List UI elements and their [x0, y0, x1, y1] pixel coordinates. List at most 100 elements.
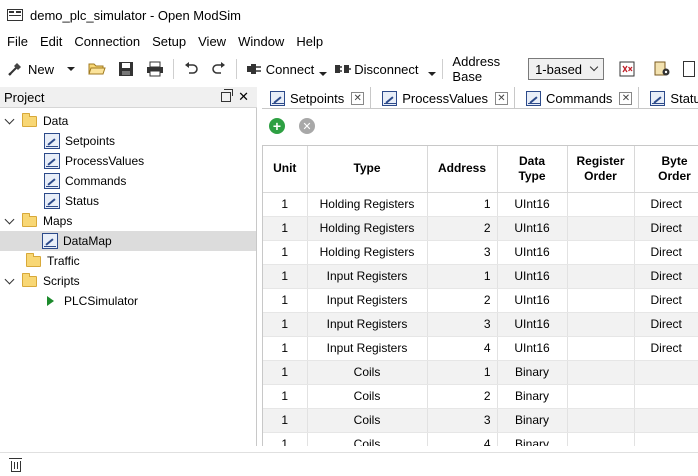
table-row[interactable]: 1 Input Registers 3 UInt16 Direct: [263, 312, 698, 337]
tree-item-scripts[interactable]: Scripts: [4, 271, 80, 291]
connect-dropdown-arrow[interactable]: [319, 72, 328, 76]
table-row[interactable]: 1 Input Registers 1 UInt16 Direct: [263, 264, 698, 289]
cell-register-order[interactable]: [567, 288, 635, 313]
tree-item-traffic[interactable]: Traffic: [26, 251, 80, 271]
cell-register-order[interactable]: [567, 312, 635, 337]
cell-type[interactable]: Input Registers: [307, 264, 428, 289]
cell-register-order[interactable]: [567, 432, 635, 446]
new-button[interactable]: New: [3, 57, 57, 81]
cell-unit[interactable]: 1: [263, 432, 308, 446]
tree-item-status[interactable]: Status: [44, 191, 99, 211]
chevron-down-icon[interactable]: [4, 214, 15, 224]
cell-type[interactable]: Holding Registers: [307, 240, 428, 265]
column-header-data-type[interactable]: Data Type: [497, 146, 568, 193]
cell-register-order[interactable]: [567, 264, 635, 289]
cell-type[interactable]: Coils: [307, 408, 428, 433]
cell-data-type[interactable]: Binary: [497, 384, 568, 409]
cell-unit[interactable]: 1: [263, 216, 308, 241]
tree-item-commands[interactable]: Commands: [44, 171, 126, 191]
cell-unit[interactable]: 1: [263, 264, 308, 289]
disconnect-dropdown-arrow[interactable]: [427, 72, 436, 76]
tab-commands[interactable]: Commands ✕: [515, 87, 640, 109]
table-row[interactable]: 1 Coils 4 Binary: [263, 432, 698, 446]
close-tab-icon[interactable]: ✕: [494, 91, 508, 105]
address-base-select[interactable]: 1-based: [528, 58, 605, 80]
cell-address[interactable]: 4: [427, 336, 498, 361]
cell-address[interactable]: 3: [427, 312, 498, 337]
cell-byte-order[interactable]: Direct: [634, 192, 698, 217]
cell-type[interactable]: Input Registers: [307, 288, 428, 313]
tree-item-setpoints[interactable]: Setpoints: [44, 131, 115, 151]
cell-byte-order[interactable]: Direct: [634, 264, 698, 289]
open-button[interactable]: [85, 57, 109, 81]
tab-status[interactable]: Status: [639, 87, 698, 109]
float-panel-icon[interactable]: [221, 89, 233, 102]
cell-unit[interactable]: 1: [263, 336, 308, 361]
cell-type[interactable]: Holding Registers: [307, 216, 428, 241]
cell-byte-order[interactable]: Direct: [634, 312, 698, 337]
print-button[interactable]: [143, 57, 167, 81]
cell-data-type[interactable]: Binary: [497, 360, 568, 385]
cell-address[interactable]: 1: [427, 360, 498, 385]
column-header-unit[interactable]: Unit: [263, 146, 308, 193]
menu-view[interactable]: View: [192, 34, 232, 49]
redo-button[interactable]: [208, 57, 230, 81]
table-row[interactable]: 1 Coils 1 Binary: [263, 360, 698, 385]
cell-data-type[interactable]: UInt16: [497, 240, 568, 265]
cell-register-order[interactable]: [567, 384, 635, 409]
menu-window[interactable]: Window: [232, 34, 290, 49]
tree-item-datamap[interactable]: DataMap: [0, 231, 256, 251]
hex-button[interactable]: [616, 57, 638, 81]
column-header-address[interactable]: Address: [427, 146, 498, 193]
cell-address[interactable]: 2: [427, 288, 498, 313]
close-tab-icon[interactable]: ✕: [619, 91, 633, 105]
cell-byte-order[interactable]: [634, 432, 698, 446]
disconnect-button[interactable]: Disconnect: [331, 57, 421, 81]
save-button[interactable]: [115, 57, 137, 81]
cell-address[interactable]: 3: [427, 240, 498, 265]
cell-unit[interactable]: 1: [263, 192, 308, 217]
cell-address[interactable]: 1: [427, 192, 498, 217]
menu-help[interactable]: Help: [290, 34, 329, 49]
cell-data-type[interactable]: Binary: [497, 408, 568, 433]
table-row[interactable]: 1 Coils 2 Binary: [263, 384, 698, 409]
table-row[interactable]: 1 Input Registers 4 UInt16 Direct: [263, 336, 698, 361]
cell-unit[interactable]: 1: [263, 288, 308, 313]
cell-register-order[interactable]: [567, 240, 635, 265]
column-header-byte-order[interactable]: Byte Order: [634, 146, 698, 193]
undo-button[interactable]: [180, 57, 202, 81]
column-header-type[interactable]: Type: [307, 146, 428, 193]
new-dropdown-arrow[interactable]: [67, 67, 76, 71]
tree-item-data[interactable]: Data: [4, 111, 68, 131]
cell-data-type[interactable]: UInt16: [497, 216, 568, 241]
cell-address[interactable]: 1: [427, 264, 498, 289]
cell-type[interactable]: Input Registers: [307, 336, 428, 361]
tab-processvalues[interactable]: ProcessValues ✕: [371, 87, 515, 109]
chevron-down-icon[interactable]: [4, 274, 15, 284]
cell-data-type[interactable]: UInt16: [497, 192, 568, 217]
cell-data-type[interactable]: UInt16: [497, 336, 568, 361]
tree-item-processvalues[interactable]: ProcessValues: [44, 151, 144, 171]
more-button[interactable]: [680, 57, 698, 81]
cell-type[interactable]: Holding Registers: [307, 192, 428, 217]
menu-connection[interactable]: Connection: [68, 34, 146, 49]
tree-item-plcsimulator[interactable]: PLCSimulator: [44, 291, 138, 311]
cell-type[interactable]: Coils: [307, 432, 428, 446]
cell-byte-order[interactable]: Direct: [634, 288, 698, 313]
cell-data-type[interactable]: UInt16: [497, 288, 568, 313]
table-row[interactable]: 1 Coils 3 Binary: [263, 408, 698, 433]
table-row[interactable]: 1 Holding Registers 1 UInt16 Direct: [263, 192, 698, 217]
close-tab-icon[interactable]: ✕: [351, 91, 365, 105]
cell-address[interactable]: 2: [427, 384, 498, 409]
add-row-button[interactable]: +: [269, 118, 285, 134]
menu-file[interactable]: File: [0, 34, 34, 49]
menu-edit[interactable]: Edit: [34, 34, 68, 49]
table-row[interactable]: 1 Input Registers 2 UInt16 Direct: [263, 288, 698, 313]
cell-data-type[interactable]: UInt16: [497, 312, 568, 337]
close-panel-icon[interactable]: ✕: [238, 89, 249, 105]
tree-item-maps[interactable]: Maps: [4, 211, 72, 231]
cell-unit[interactable]: 1: [263, 408, 308, 433]
cell-register-order[interactable]: [567, 192, 635, 217]
cell-unit[interactable]: 1: [263, 384, 308, 409]
cell-data-type[interactable]: Binary: [497, 432, 568, 446]
